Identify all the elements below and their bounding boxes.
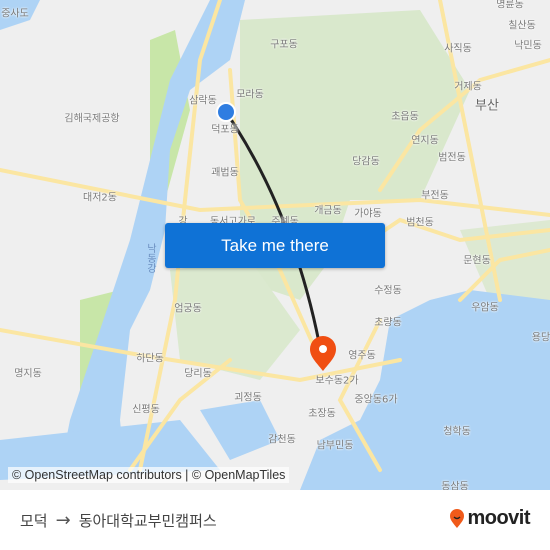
map-label: 감천동: [268, 434, 296, 446]
map-label: 남부민동: [316, 440, 354, 452]
map-label: 모라동: [236, 89, 264, 101]
map-label: 사직동: [444, 43, 472, 55]
map-label: 부산: [475, 98, 499, 114]
map-label: 당감동: [352, 156, 380, 168]
map-label: 범전동: [438, 152, 466, 164]
map-label: 수정동: [374, 285, 402, 297]
map-label: 괘법동: [211, 167, 239, 179]
attribution-text[interactable]: © OpenStreetMap contributors | © OpenMap…: [8, 467, 290, 483]
map-label: 거제동: [454, 81, 482, 93]
map-label: 청학동: [443, 426, 471, 438]
map[interactable]: 중사도 김해국제공항 삼락동 모라동 덕포동 구포동 괘법동 대저2동 동서고가…: [0, 0, 550, 490]
map-label: 낙민동: [514, 40, 542, 52]
origin-marker: [216, 102, 236, 122]
map-label: 가야동: [354, 208, 382, 220]
map-label: 중사도: [1, 8, 29, 20]
map-label: 하단동: [136, 353, 164, 365]
map-label: 초장동: [308, 408, 336, 420]
destination-name: 동아대학교부민캠퍼스: [78, 512, 217, 530]
moovit-wordmark: moovit: [467, 507, 530, 529]
map-label: 명륜동: [496, 0, 524, 11]
arrow-right-icon: →: [55, 510, 71, 531]
map-label: 대저2동: [83, 192, 117, 204]
map-label: 명지동: [14, 368, 42, 380]
map-label: 엄궁동: [174, 303, 202, 315]
map-label: 용당: [531, 332, 550, 344]
moovit-pin-icon: [450, 508, 465, 528]
map-label: 범천동: [406, 217, 434, 229]
map-label: 신평동: [132, 404, 160, 416]
route-title: 모덕 → 동아대학교부민캠퍼스: [20, 510, 217, 531]
map-label: 초읍동: [391, 111, 419, 123]
map-label: 삼락동: [189, 95, 217, 107]
map-label: 덕포동: [211, 124, 239, 136]
map-label: 당리동: [184, 368, 212, 380]
destination-pin-icon: [310, 336, 336, 371]
map-label: 문현동: [463, 255, 491, 267]
map-attribution: © OpenStreetMap contributors | © OpenMap…: [0, 462, 550, 490]
map-label: 부전동: [421, 190, 449, 202]
river-label: 낙동강: [144, 243, 156, 273]
map-label: 우암동: [471, 302, 499, 314]
map-label: 구포동: [270, 39, 298, 51]
map-label: 괴정동: [234, 392, 262, 404]
map-label: 보수동2가: [315, 375, 359, 387]
moovit-logo: moovit: [449, 507, 530, 530]
map-label: 초량동: [374, 317, 402, 329]
origin-name: 모덕: [20, 512, 48, 530]
map-label: 칠산동: [508, 20, 536, 32]
map-label: 김해국제공항: [64, 113, 120, 125]
map-label: 중앙동6가: [354, 394, 398, 406]
map-label: 연지동: [411, 135, 439, 147]
map-label: 개금동: [314, 205, 342, 217]
map-label: 영주동: [348, 350, 376, 362]
footer: 모덕 → 동아대학교부민캠퍼스 moovit: [0, 490, 550, 550]
take-me-there-button[interactable]: Take me there: [165, 223, 385, 268]
